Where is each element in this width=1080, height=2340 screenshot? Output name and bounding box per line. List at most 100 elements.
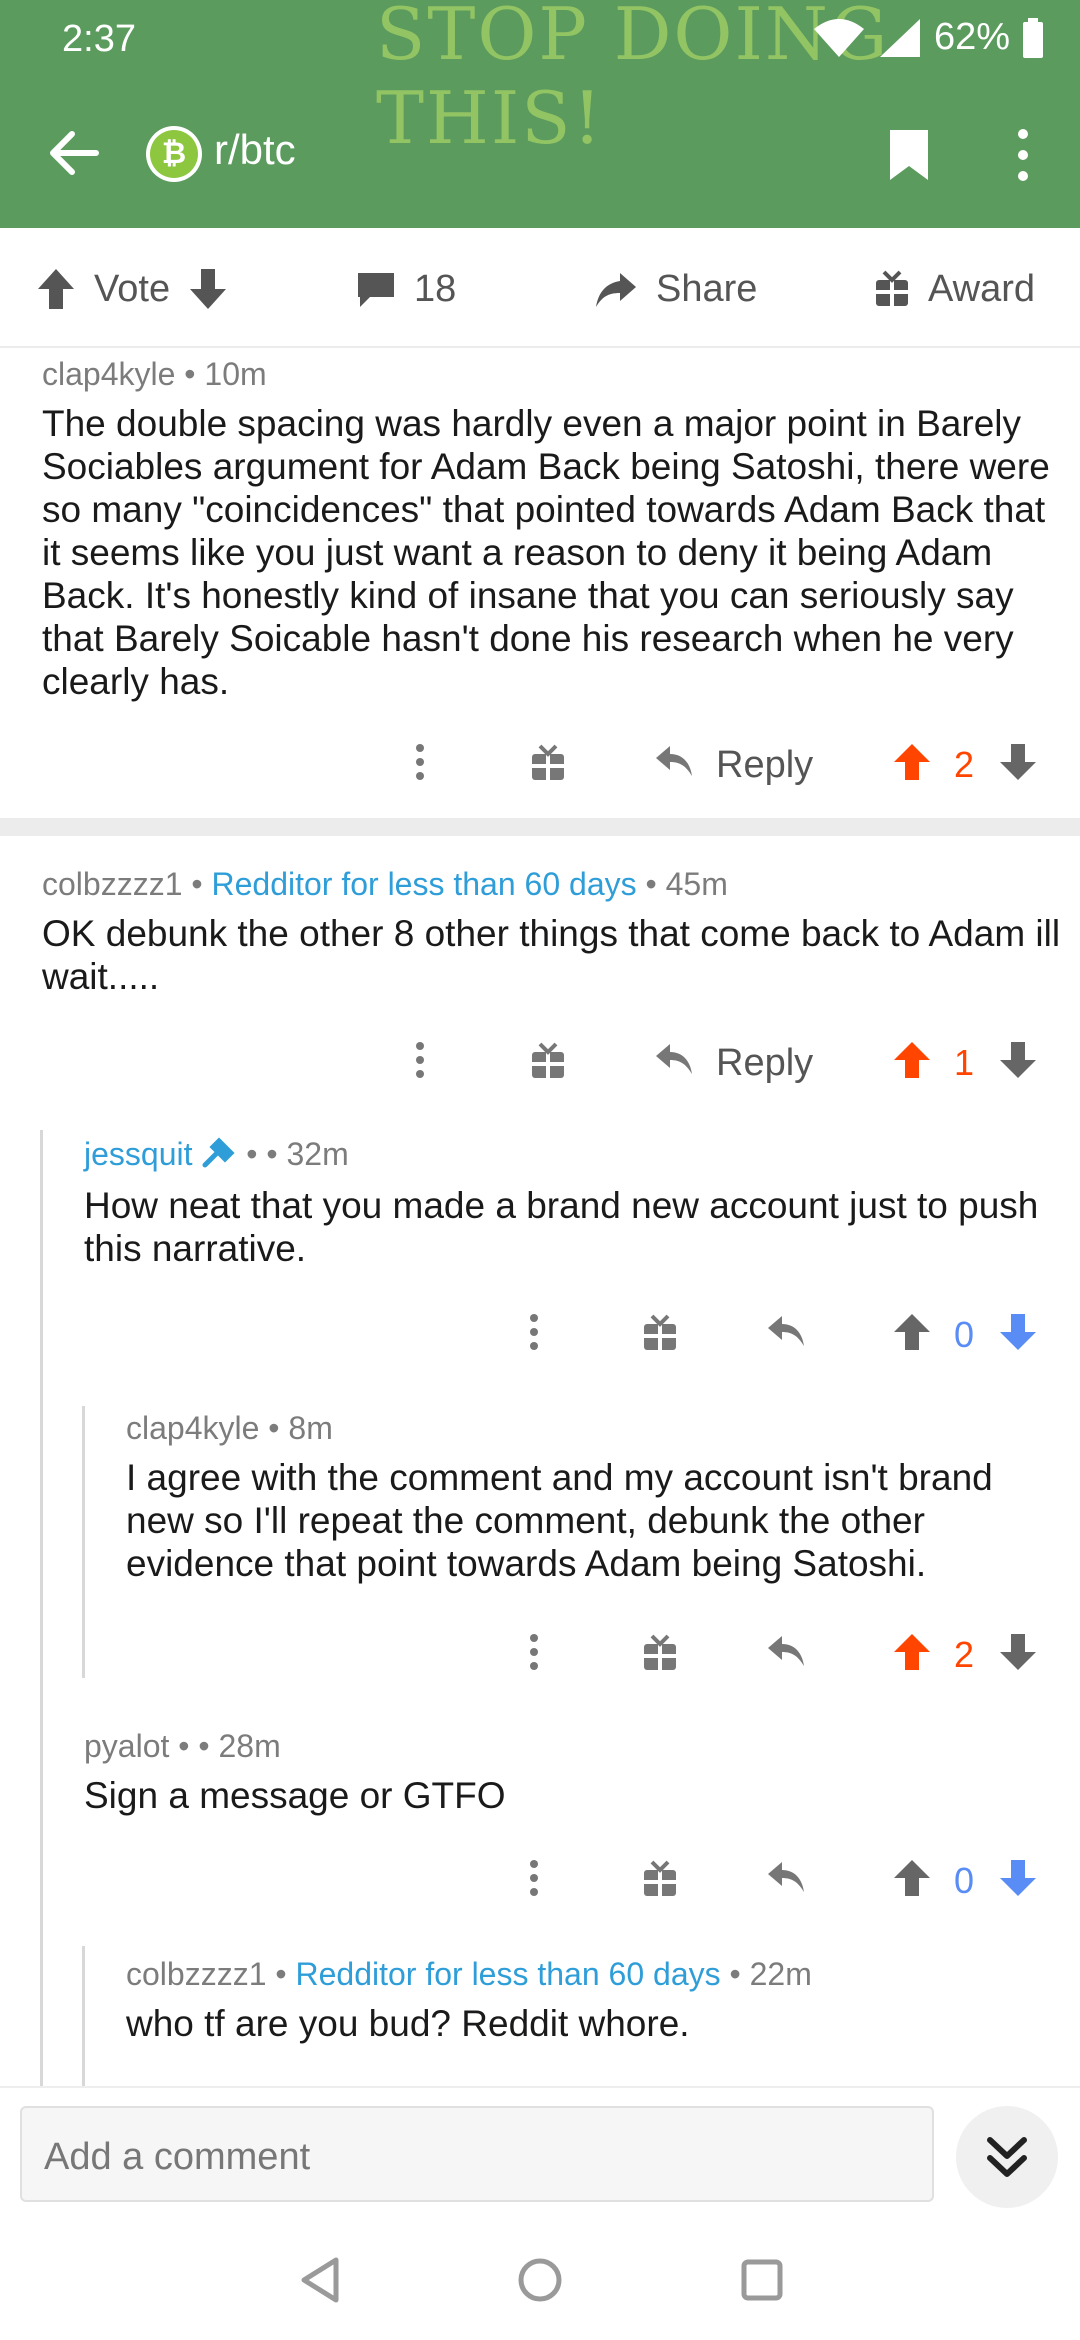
upvote-icon[interactable] <box>36 267 76 311</box>
comment-author[interactable]: pyalot <box>84 1728 169 1764</box>
vote-label: Vote <box>94 267 171 310</box>
wifi-icon <box>813 18 864 57</box>
signal-icon <box>879 18 920 57</box>
comment-score: 0 <box>954 1314 975 1355</box>
share-button[interactable]: Share <box>594 264 757 314</box>
subreddit-name[interactable]: r/btc <box>214 126 296 174</box>
comment-time: 32m <box>286 1136 349 1172</box>
comment-score: 0 <box>954 1860 975 1901</box>
downvote-icon[interactable] <box>188 267 228 311</box>
app-bar: 2:37 STOP DOING THIS! 62% ₿ r/btc <box>0 0 1080 228</box>
post-action-bar: Vote 18 Share Award <box>0 228 1080 348</box>
comment-time: 28m <box>218 1728 281 1764</box>
comment-author[interactable]: clap4kyle <box>126 1410 259 1446</box>
comment-meta: colbzzzz1 • Redditor for less than 60 da… <box>42 866 728 902</box>
comment-score: 2 <box>954 744 975 785</box>
comment-2: colbzzzz1 • Redditor for less than 60 da… <box>0 860 1080 1110</box>
add-comment-input[interactable]: Add a comment <box>20 2106 934 2202</box>
comment-divider <box>0 818 1080 836</box>
comment-more-icon[interactable] <box>524 1858 544 1898</box>
comment-meta: colbzzzz1 • Redditor for less than 60 da… <box>126 1956 812 1992</box>
comment-body: How neat that you made a brand new accou… <box>84 1185 1039 1269</box>
comment-meta: clap4kyle • 10m <box>42 356 267 392</box>
upvote-icon[interactable] <box>892 1040 932 1080</box>
comment-6: colbzzzz1 • Redditor for less than 60 da… <box>0 1952 1080 2082</box>
back-arrow-icon[interactable] <box>44 124 102 182</box>
bottom-area: Add a comment <box>0 2086 1080 2340</box>
comment-time: 22m <box>749 1956 812 1992</box>
comment-3: jessquit • • 32m How neat that you made … <box>0 1132 1080 1360</box>
gift-icon <box>876 270 908 308</box>
vote-control: Vote <box>36 264 228 314</box>
comment-more-icon[interactable] <box>410 742 430 782</box>
comments-count: 18 <box>414 267 457 310</box>
reply-label[interactable]: Reply <box>716 744 813 787</box>
user-flair: Redditor for less than 60 days <box>295 1956 721 1992</box>
reply-icon[interactable] <box>654 1042 694 1076</box>
next-comment-button[interactable] <box>956 2106 1058 2208</box>
status-time: 2:37 <box>62 18 136 60</box>
share-icon <box>596 273 636 307</box>
reply-icon[interactable] <box>766 1634 806 1668</box>
battery-percent: 62% <box>933 16 1010 58</box>
gift-icon[interactable] <box>642 1314 678 1352</box>
comment-author[interactable]: clap4kyle <box>42 356 175 392</box>
reply-icon[interactable] <box>766 1314 806 1348</box>
back-nav-icon[interactable] <box>298 2256 342 2304</box>
user-flair: Redditor for less than 60 days <box>211 866 637 902</box>
comment-more-icon[interactable] <box>524 1632 544 1672</box>
status-icons: 62% <box>812 16 1044 59</box>
toolbar: ₿ r/btc <box>0 110 1080 196</box>
downvote-icon[interactable] <box>998 1312 1038 1352</box>
award-label: Award <box>928 267 1036 310</box>
upvote-icon[interactable] <box>892 1858 932 1898</box>
upvote-icon[interactable] <box>892 1312 932 1352</box>
comment-body: I agree with the comment and my account … <box>126 1457 993 1584</box>
comment-score: 2 <box>954 1634 975 1675</box>
comment-score: 1 <box>954 1042 975 1083</box>
moderator-icon <box>202 1137 235 1168</box>
comment-body: The double spacing was hardly even a maj… <box>42 403 1050 702</box>
comment-author[interactable]: colbzzzz1 <box>42 866 183 902</box>
comment-more-icon[interactable] <box>410 1040 430 1080</box>
comment-more-icon[interactable] <box>524 1312 544 1352</box>
recents-nav-icon[interactable] <box>740 2256 784 2304</box>
upvote-icon[interactable] <box>892 1632 932 1672</box>
gift-icon[interactable] <box>530 1042 566 1080</box>
reply-icon[interactable] <box>766 1860 806 1894</box>
comments-count-button[interactable]: 18 <box>356 264 456 314</box>
share-label: Share <box>656 267 758 310</box>
downvote-icon[interactable] <box>998 742 1038 782</box>
upvote-icon[interactable] <box>892 742 932 782</box>
more-options-icon[interactable] <box>1000 126 1046 184</box>
comment-author[interactable]: jessquit <box>84 1136 193 1172</box>
comment-author[interactable]: colbzzzz1 <box>126 1956 267 1992</box>
bitcoin-cash-icon: ₿ <box>150 130 198 178</box>
comment-body: OK debunk the other 8 other things that … <box>42 913 1061 997</box>
reply-icon[interactable] <box>654 744 694 778</box>
bookmark-icon[interactable] <box>886 126 932 184</box>
comment-meta: clap4kyle • 8m <box>126 1410 333 1446</box>
reply-label[interactable]: Reply <box>716 1042 813 1085</box>
comment-body: Sign a message or GTFO <box>84 1775 506 1816</box>
home-nav-icon[interactable] <box>516 2256 564 2304</box>
downvote-icon[interactable] <box>998 1858 1038 1898</box>
comment-meta: jessquit • • 32m <box>84 1136 349 1172</box>
comment-icon <box>358 273 394 307</box>
double-chevron-down-icon <box>987 2137 1027 2177</box>
comment-body: who tf are you bud? Reddit whore. <box>126 2003 690 2044</box>
downvote-icon[interactable] <box>998 1632 1038 1672</box>
gift-icon[interactable] <box>642 1634 678 1672</box>
comment-4: clap4kyle • 8m I agree with the comment … <box>0 1404 1080 1684</box>
award-button[interactable]: Award <box>874 264 1035 314</box>
gift-icon[interactable] <box>642 1860 678 1898</box>
comment-time: 10m <box>204 356 267 392</box>
comment-1: clap4kyle • 10m The double spacing was h… <box>0 350 1080 820</box>
comment-time: 45m <box>665 866 728 902</box>
comment-time: 8m <box>288 1410 333 1446</box>
downvote-icon[interactable] <box>998 1040 1038 1080</box>
battery-icon <box>1023 17 1043 58</box>
gift-icon[interactable] <box>530 744 566 782</box>
subreddit-avatar[interactable]: ₿ <box>146 126 202 182</box>
comment-meta: pyalot • • 28m <box>84 1728 281 1764</box>
